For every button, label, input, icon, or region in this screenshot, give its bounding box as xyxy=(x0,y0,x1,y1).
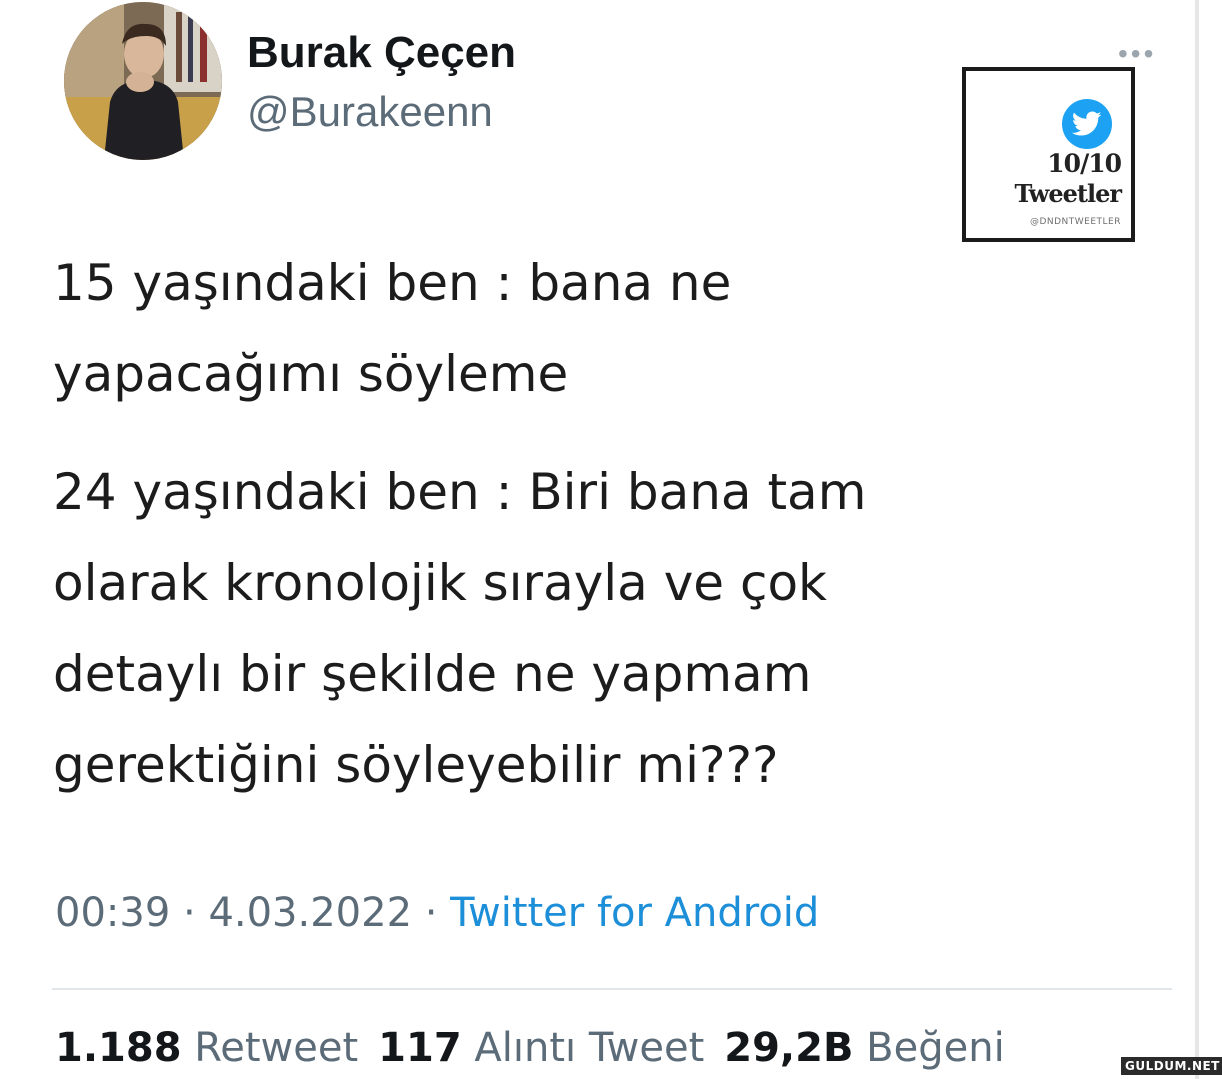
tweet-paragraph-2: 24 yaşındaki ben : Biri bana tam olarak … xyxy=(53,447,866,811)
avatar[interactable] xyxy=(64,2,222,160)
meta-separator: · xyxy=(412,890,451,936)
site-watermark-badge: GULDUM.NET xyxy=(1121,1057,1222,1075)
retweets-stat[interactable]: 1.188 Retweet xyxy=(55,1025,358,1071)
watermark-badge: 10/10 Tweetler @DNDNTWEETLER xyxy=(962,67,1135,242)
quotes-count: 117 xyxy=(378,1025,462,1071)
likes-stat[interactable]: 29,2B Beğeni xyxy=(724,1025,1004,1071)
tweet-line: gerektiğini söyleyebilir mi??? xyxy=(53,736,779,794)
tweet-line: 15 yaşındaki ben : bana ne xyxy=(53,254,732,312)
tweet-time[interactable]: 00:39 xyxy=(55,890,170,936)
watermark-handle: @DNDNTWEETLER xyxy=(1029,217,1121,227)
tweet-source-link[interactable]: Twitter for Android xyxy=(450,890,819,936)
tweet-date[interactable]: 4.03.2022 xyxy=(208,890,412,936)
meta-separator: · xyxy=(170,890,209,936)
tweet-line: yapacağımı söyleme xyxy=(53,345,569,403)
twitter-bird-icon xyxy=(1062,99,1112,149)
tweet-meta: 00:39 · 4.03.2022 · Twitter for Android xyxy=(55,890,819,936)
right-edge-divider xyxy=(1195,0,1199,1079)
author-handle[interactable]: @Burakeenn xyxy=(247,88,493,136)
likes-label: Beğeni xyxy=(866,1025,1005,1071)
tweet-line: detaylı bir şekilde ne yapmam xyxy=(53,645,812,703)
watermark-title: Tweetler xyxy=(1014,179,1122,208)
tweet-line: olarak kronolojik sırayla ve çok xyxy=(53,554,827,612)
likes-count: 29,2B xyxy=(724,1025,854,1071)
retweets-label: Retweet xyxy=(194,1025,359,1071)
author-display-name[interactable]: Burak Çeçen xyxy=(247,28,516,78)
retweets-count: 1.188 xyxy=(55,1025,182,1071)
quotes-stat[interactable]: 117 Alıntı Tweet xyxy=(378,1025,704,1071)
watermark-score: 10/10 xyxy=(1047,149,1122,178)
engagement-stats: 1.188 Retweet 117 Alıntı Tweet 29,2B Beğen… xyxy=(55,1025,1005,1071)
stats-divider xyxy=(52,988,1172,990)
more-options-icon[interactable]: ••• xyxy=(1118,38,1156,70)
avatar-photo xyxy=(64,2,222,160)
tweet-line: 24 yaşındaki ben : Biri bana tam xyxy=(53,463,867,521)
quotes-label: Alıntı Tweet xyxy=(474,1025,705,1071)
tweet-paragraph-1: 15 yaşındaki ben : bana ne yapacağımı sö… xyxy=(53,238,731,420)
